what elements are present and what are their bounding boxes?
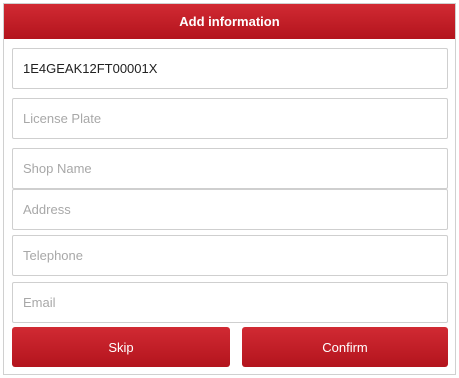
telephone-field[interactable] (12, 235, 448, 276)
skip-button[interactable]: Skip (12, 327, 230, 367)
address-field[interactable] (12, 189, 448, 230)
add-information-dialog: Add information Skip Confirm (3, 3, 456, 375)
vin-field[interactable] (12, 48, 448, 89)
dialog-title: Add information (179, 14, 280, 29)
confirm-button[interactable]: Confirm (242, 327, 448, 367)
dialog-header: Add information (4, 4, 455, 39)
shop-name-field[interactable] (12, 148, 448, 189)
email-field[interactable] (12, 282, 448, 323)
license-plate-field[interactable] (12, 98, 448, 139)
